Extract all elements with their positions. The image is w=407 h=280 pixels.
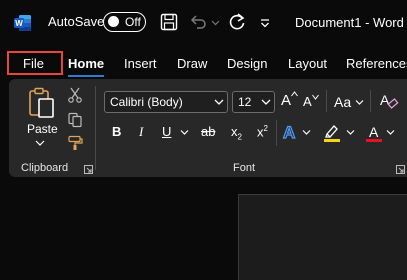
chevron-down-icon[interactable]	[346, 129, 355, 136]
caret-up-icon	[291, 91, 298, 97]
tab-home[interactable]: Home	[68, 56, 104, 71]
tab-design[interactable]: Design	[227, 56, 267, 71]
paste-icon[interactable]	[27, 87, 57, 119]
paste-dropdown-icon[interactable]	[35, 139, 45, 147]
chevron-down-icon[interactable]	[386, 129, 395, 136]
tab-layout[interactable]: Layout	[288, 56, 327, 71]
caret-down-icon	[312, 94, 319, 100]
shrink-font-button[interactable]: A	[303, 94, 312, 109]
tab-file-label: File	[23, 56, 44, 71]
font-name-value: Calibri (Body)	[110, 95, 183, 109]
tab-insert[interactable]: Insert	[124, 56, 157, 71]
bold-button[interactable]: B	[112, 124, 121, 139]
redo-icon[interactable]	[226, 11, 248, 33]
autosave-toggle[interactable]: Off	[103, 12, 146, 32]
font-name-combobox[interactable]: Calibri (Body)	[104, 91, 228, 113]
font-size-combobox[interactable]: 12	[232, 91, 275, 113]
tab-file[interactable]: File	[7, 51, 63, 75]
subscript-mark: 2	[237, 132, 242, 142]
chevron-down-icon	[214, 99, 224, 105]
clipboard-dialog-launcher-icon[interactable]	[84, 165, 93, 174]
superscript-mark: 2	[263, 124, 268, 133]
separator	[276, 120, 277, 146]
separator	[370, 90, 371, 112]
autosave-state: Off	[125, 15, 141, 29]
svg-text:A: A	[369, 124, 379, 140]
cut-icon[interactable]	[67, 87, 83, 103]
clipboard-group-label: Clipboard	[21, 162, 69, 174]
highlight-icon[interactable]	[322, 123, 342, 143]
document-title: Document1 - Word	[295, 15, 404, 30]
chevron-down-icon[interactable]	[180, 129, 189, 136]
tab-draw[interactable]: Draw	[177, 56, 207, 71]
save-icon[interactable]	[158, 11, 180, 33]
font-group-label: Font	[233, 162, 256, 174]
active-tab-indicator	[68, 75, 104, 77]
subscript-button[interactable]: x2	[231, 124, 242, 142]
chevron-down-icon[interactable]	[302, 129, 311, 136]
grow-font-button[interactable]: A	[281, 92, 291, 109]
strikethrough-button[interactable]: ab	[201, 124, 215, 139]
svg-text:W: W	[15, 19, 23, 28]
clear-formatting-icon[interactable]: A	[378, 90, 400, 112]
word-logo-icon: W	[14, 15, 31, 31]
superscript-button[interactable]: x2	[257, 124, 268, 139]
svg-text:A: A	[283, 123, 295, 141]
chevron-down-icon	[261, 99, 271, 105]
autosave-label: AutoSave	[48, 14, 105, 29]
change-case-button[interactable]: Aa	[334, 94, 351, 110]
undo-icon[interactable]	[187, 11, 209, 33]
format-painter-icon[interactable]	[67, 135, 83, 151]
text-effects-icon[interactable]: A	[282, 123, 300, 141]
font-dialog-launcher-icon[interactable]	[396, 165, 405, 174]
font-color-icon[interactable]: A	[364, 123, 384, 143]
toggle-knob	[108, 16, 119, 27]
italic-button[interactable]: I	[139, 124, 143, 140]
svg-text:A: A	[380, 92, 390, 108]
underline-button[interactable]: U	[162, 124, 171, 139]
undo-dropdown-icon[interactable]	[211, 18, 220, 27]
customize-toolbar-icon[interactable]	[254, 11, 276, 33]
separator	[326, 90, 327, 112]
document-page[interactable]	[238, 194, 407, 280]
chevron-down-icon[interactable]	[355, 99, 364, 106]
group-separator	[95, 86, 96, 170]
font-size-value: 12	[238, 95, 252, 109]
paste-label[interactable]: Paste	[27, 122, 58, 136]
tab-references[interactable]: References	[346, 56, 407, 71]
copy-icon[interactable]	[67, 112, 83, 128]
